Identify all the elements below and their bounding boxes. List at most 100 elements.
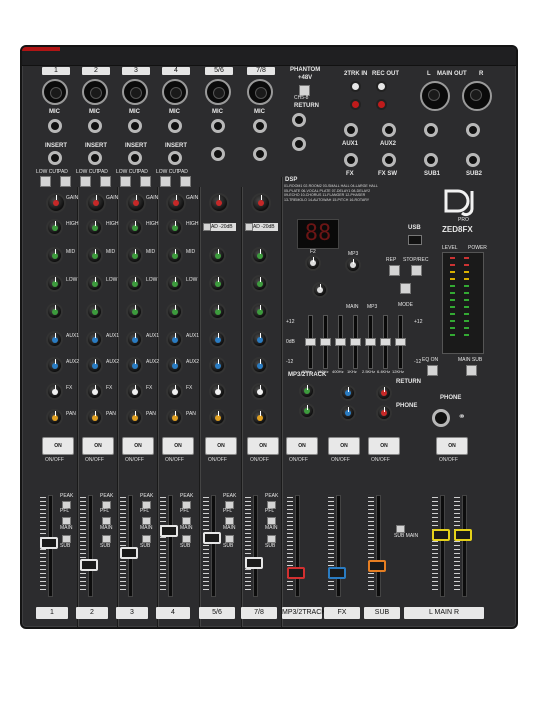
- on-button-7-8[interactable]: ON: [247, 437, 279, 455]
- line-input-8[interactable]: [253, 147, 267, 161]
- main-button-3[interactable]: [142, 517, 151, 525]
- fader-knob-main-r[interactable]: [454, 529, 472, 541]
- line-input-7[interactable]: [253, 119, 267, 133]
- on-button-2[interactable]: ON: [82, 437, 114, 455]
- aux2-knob-ch3[interactable]: [126, 357, 143, 374]
- 2trk-in-right-rca[interactable]: [350, 99, 361, 110]
- return-jack-r[interactable]: [292, 137, 306, 151]
- fader-knob-1[interactable]: [40, 537, 58, 549]
- mode-button[interactable]: [400, 283, 411, 294]
- aux1-knob-ch5-6[interactable]: [209, 331, 226, 348]
- aux1-knob-ch2[interactable]: [86, 331, 103, 348]
- mp3-level-knob[interactable]: [345, 257, 361, 273]
- sub-button-2[interactable]: [102, 535, 111, 543]
- 2trk-in-left-rca[interactable]: [350, 81, 361, 92]
- pan-knob-ch2[interactable]: [86, 409, 103, 426]
- eq-mid-knob-ch7-8[interactable]: [251, 275, 268, 292]
- line-input-2[interactable]: [88, 119, 102, 133]
- fx-knob-ch4[interactable]: [166, 383, 183, 400]
- on-button-l-main-r[interactable]: ON: [436, 437, 468, 455]
- fader-knob-5-6[interactable]: [203, 532, 221, 544]
- sub1-jack-r[interactable]: [424, 153, 438, 167]
- mic-input-7-8[interactable]: [247, 79, 273, 105]
- aux2-knob-ch2[interactable]: [86, 357, 103, 374]
- aux2-knob-ch1[interactable]: [46, 357, 63, 374]
- aux1-master-knob[interactable]: [340, 385, 356, 401]
- eq-on-button[interactable]: [427, 365, 438, 376]
- phone-knob[interactable]: [376, 405, 392, 421]
- geq-fader-1khz[interactable]: [350, 338, 361, 346]
- aux1-knob-ch4[interactable]: [166, 331, 183, 348]
- sub-button-5-6[interactable]: [225, 535, 234, 543]
- mic-input-1[interactable]: [42, 79, 68, 105]
- mic-input-5-6[interactable]: [205, 79, 231, 105]
- gain-knob-ch4[interactable]: [166, 193, 186, 213]
- eq-low-knob-ch7-8[interactable]: [251, 303, 268, 320]
- stop-rec-button[interactable]: [411, 265, 422, 276]
- fader-knob-mp3-2track[interactable]: [287, 567, 305, 579]
- gain-knob-ch1[interactable]: [46, 193, 66, 213]
- fader-knob-sub[interactable]: [368, 560, 386, 572]
- geq-fader-12khz[interactable]: [395, 338, 406, 346]
- fx-f2-knob[interactable]: [305, 255, 321, 271]
- fx-knob-ch7-8[interactable]: [251, 383, 268, 400]
- eq-high-knob-ch7-8[interactable]: [251, 247, 268, 264]
- gain-knob-ch2[interactable]: [86, 193, 106, 213]
- fader-knob-3[interactable]: [120, 547, 138, 559]
- main-out-left-xlr[interactable]: [420, 81, 450, 111]
- pan-knob-ch3[interactable]: [126, 409, 143, 426]
- sub-main-assign-button[interactable]: [396, 525, 405, 533]
- on-button-sub[interactable]: ON: [368, 437, 400, 455]
- fader-knob-7-8[interactable]: [245, 557, 263, 569]
- pan-knob-ch1[interactable]: [46, 409, 63, 426]
- eq-low2-knob-ch3[interactable]: [126, 303, 143, 320]
- aux1-knob-ch7-8[interactable]: [251, 331, 268, 348]
- eq-mid-knob-ch5-6[interactable]: [209, 275, 226, 292]
- pan-knob-ch7-8[interactable]: [251, 409, 268, 426]
- aux2-send-jack[interactable]: [382, 123, 396, 137]
- pan-knob-ch5-6[interactable]: [209, 409, 226, 426]
- gain-knob-ch3[interactable]: [126, 193, 146, 213]
- eq-high-knob-ch5-6[interactable]: [209, 247, 226, 264]
- main-out-right-xlr[interactable]: [462, 81, 492, 111]
- on-button-fx[interactable]: ON: [328, 437, 360, 455]
- pad-button-1[interactable]: [60, 176, 71, 187]
- sub-button-7-8[interactable]: [267, 535, 276, 543]
- pad-button-2[interactable]: [100, 176, 111, 187]
- sub-button-3[interactable]: [142, 535, 151, 543]
- aux2-master-knob[interactable]: [340, 405, 356, 421]
- eq-mid-knob-ch3[interactable]: [126, 247, 143, 264]
- fx-level-knob[interactable]: [312, 282, 328, 298]
- rec-out-right-rca[interactable]: [376, 99, 387, 110]
- fx-knob-ch2[interactable]: [86, 383, 103, 400]
- on-button-mp3-2track[interactable]: ON: [286, 437, 318, 455]
- on-button-3[interactable]: ON: [122, 437, 154, 455]
- geq-fader-2.5khz[interactable]: [365, 338, 376, 346]
- insert-jack-2[interactable]: [88, 151, 102, 165]
- fx-knob-ch3[interactable]: [126, 383, 143, 400]
- eq-high-knob-ch1[interactable]: [46, 219, 63, 236]
- main-button-2[interactable]: [102, 517, 111, 525]
- fader-knob-fx[interactable]: [328, 567, 346, 579]
- line-input-5[interactable]: [211, 119, 225, 133]
- aux1-knob-ch3[interactable]: [126, 331, 143, 348]
- 48v-button-3[interactable]: [120, 176, 131, 187]
- fx-knob-ch1[interactable]: [46, 383, 63, 400]
- line-input-3[interactable]: [128, 119, 142, 133]
- rep-button[interactable]: [389, 265, 400, 276]
- return-jack-l[interactable]: [292, 113, 306, 127]
- mic-input-4[interactable]: [162, 79, 188, 105]
- return-knob[interactable]: [376, 385, 392, 401]
- mic-input-2[interactable]: [82, 79, 108, 105]
- 48v-button-4[interactable]: [160, 176, 171, 187]
- phone-jack[interactable]: [432, 409, 450, 427]
- aux2-knob-ch7-8[interactable]: [251, 357, 268, 374]
- sub2-jack-l[interactable]: [466, 123, 480, 137]
- on-button-5-6[interactable]: ON: [205, 437, 237, 455]
- fx-send-jack[interactable]: [344, 153, 358, 167]
- aux2-knob-ch5-6[interactable]: [209, 357, 226, 374]
- fader-knob-main-l[interactable]: [432, 529, 450, 541]
- eq-low2-knob-ch1[interactable]: [46, 303, 63, 320]
- pad-20db-button-ch7-8[interactable]: [245, 223, 253, 231]
- line-input-6[interactable]: [211, 147, 225, 161]
